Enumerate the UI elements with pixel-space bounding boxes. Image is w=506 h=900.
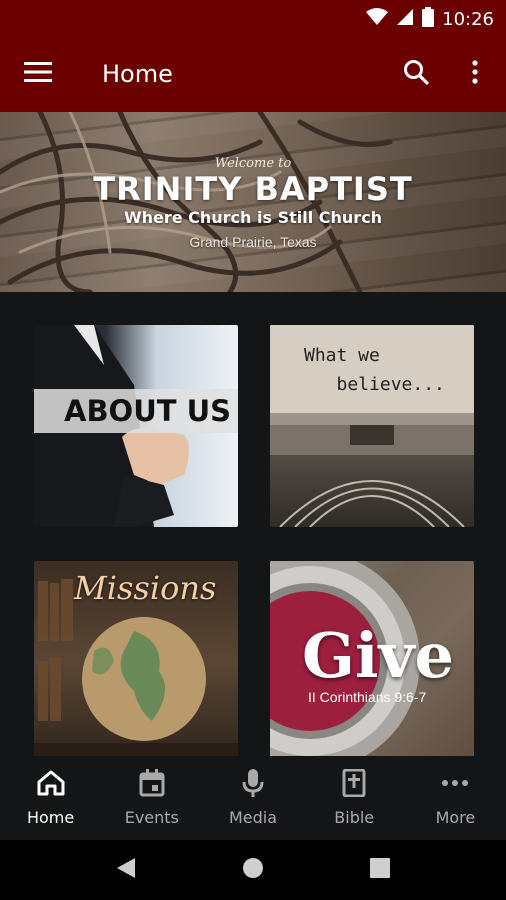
- recents-icon: [370, 857, 390, 883]
- battery-icon: [422, 7, 435, 32]
- status-time: 10:26: [442, 9, 494, 30]
- nav-label-bible: Bible: [334, 808, 375, 827]
- banner-welcome: Welcome to: [214, 156, 292, 171]
- missions-tile[interactable]: Missions: [34, 561, 238, 763]
- about-us-tile[interactable]: ABOUT US: [34, 325, 238, 527]
- nav-label-events: Events: [124, 808, 179, 827]
- search-button[interactable]: [396, 54, 436, 94]
- missions-label: Missions: [74, 569, 217, 607]
- give-label: Give: [302, 619, 454, 692]
- system-recents-button[interactable]: [364, 854, 396, 886]
- nav-item-bible[interactable]: Bible: [304, 756, 405, 840]
- calendar-icon: [137, 768, 167, 798]
- system-home-button[interactable]: [237, 854, 269, 886]
- wifi-icon: [366, 8, 389, 31]
- nav-item-home[interactable]: Home: [0, 756, 101, 840]
- menu-icon: [24, 61, 52, 87]
- what-we-believe-label: What we believe...: [304, 345, 445, 395]
- app-bar: Home: [0, 36, 506, 112]
- page-title: Home: [102, 60, 173, 88]
- system-navigation-bar: [0, 840, 506, 900]
- screen: 10:26 Home Welcome to TRINITY BAPTIST Wh…: [0, 0, 506, 900]
- church-name: TRINITY BAPTIST: [93, 170, 413, 208]
- microphone-icon: [238, 768, 268, 798]
- overflow-menu-button[interactable]: [458, 54, 492, 94]
- home-icon: [36, 768, 66, 798]
- give-tile[interactable]: Give II Corinthians 9:6-7: [270, 561, 474, 763]
- nav-label-media: Media: [228, 808, 278, 827]
- more-vert-icon: [472, 59, 478, 89]
- system-back-button[interactable]: [110, 854, 142, 886]
- bible-icon: [339, 768, 369, 798]
- nav-item-more[interactable]: More: [405, 756, 506, 840]
- nav-item-events[interactable]: Events: [101, 756, 202, 840]
- nav-label-more: More: [435, 808, 476, 827]
- give-verse-reference: II Corinthians 9:6-7: [308, 689, 427, 705]
- church-location: Grand Prairie, Texas: [189, 234, 317, 250]
- nav-item-media[interactable]: Media: [202, 756, 303, 840]
- home-circle-icon: [242, 857, 264, 884]
- status-icons: 10:26: [366, 7, 494, 32]
- back-icon: [116, 857, 136, 884]
- what-we-believe-tile[interactable]: What we believe...: [270, 325, 474, 527]
- status-bar: 10:26: [0, 0, 506, 36]
- nav-label-home: Home: [26, 808, 75, 827]
- search-icon: [403, 59, 429, 90]
- church-tagline: Where Church is Still Church: [123, 208, 383, 227]
- menu-button[interactable]: [18, 56, 58, 92]
- signal-icon: [396, 8, 414, 31]
- more-horiz-icon: [440, 768, 470, 798]
- about-us-label: ABOUT US: [64, 394, 232, 428]
- bottom-navigation: Home Events Media Bible More: [0, 756, 506, 840]
- welcome-banner: Welcome to TRINITY BAPTIST Where Church …: [0, 112, 506, 292]
